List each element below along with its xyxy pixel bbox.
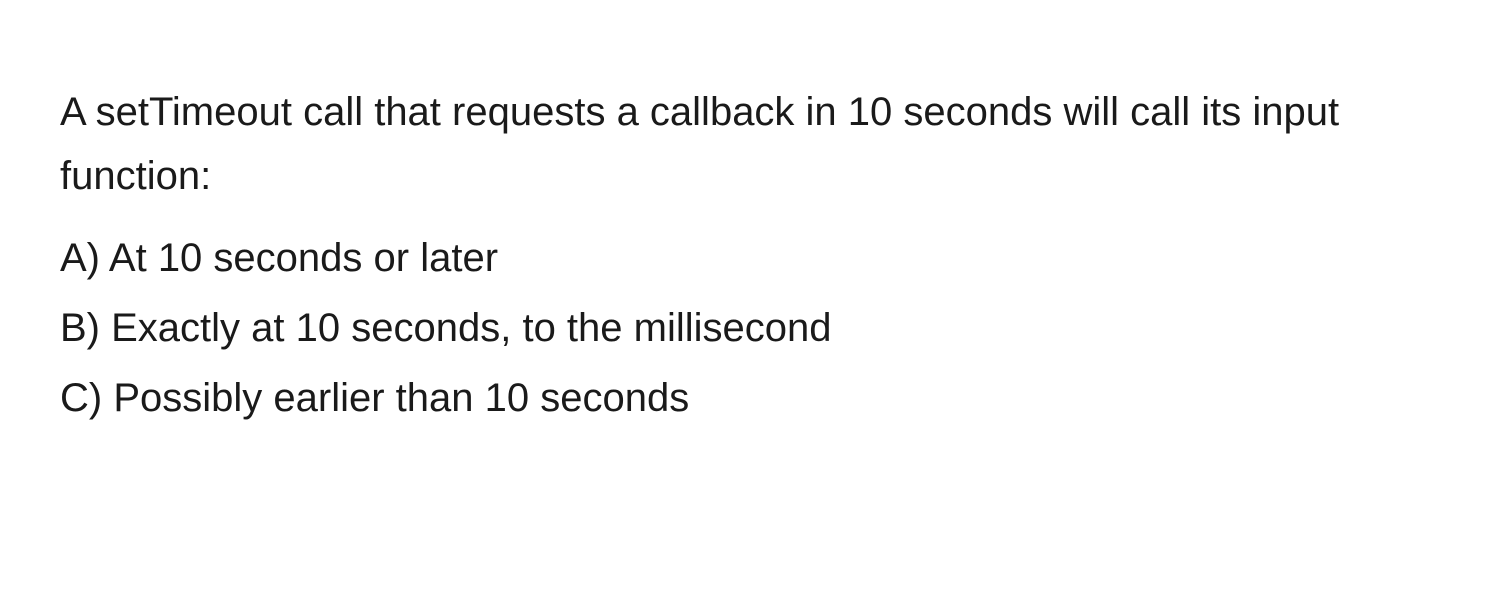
- option-a: A) At 10 seconds or later: [60, 226, 1440, 290]
- option-label-b: B): [60, 306, 100, 350]
- option-text-c: Possibly earlier than 10 seconds: [113, 376, 689, 420]
- option-label-a: A): [60, 236, 100, 280]
- option-text-b: Exactly at 10 seconds, to the millisecon…: [111, 306, 831, 350]
- question-stem: A setTimeout call that requests a callba…: [60, 80, 1440, 208]
- option-c: C) Possibly earlier than 10 seconds: [60, 366, 1440, 430]
- option-text-a: At 10 seconds or later: [109, 236, 498, 280]
- option-label-c: C): [60, 376, 102, 420]
- option-b: B) Exactly at 10 seconds, to the millise…: [60, 296, 1440, 360]
